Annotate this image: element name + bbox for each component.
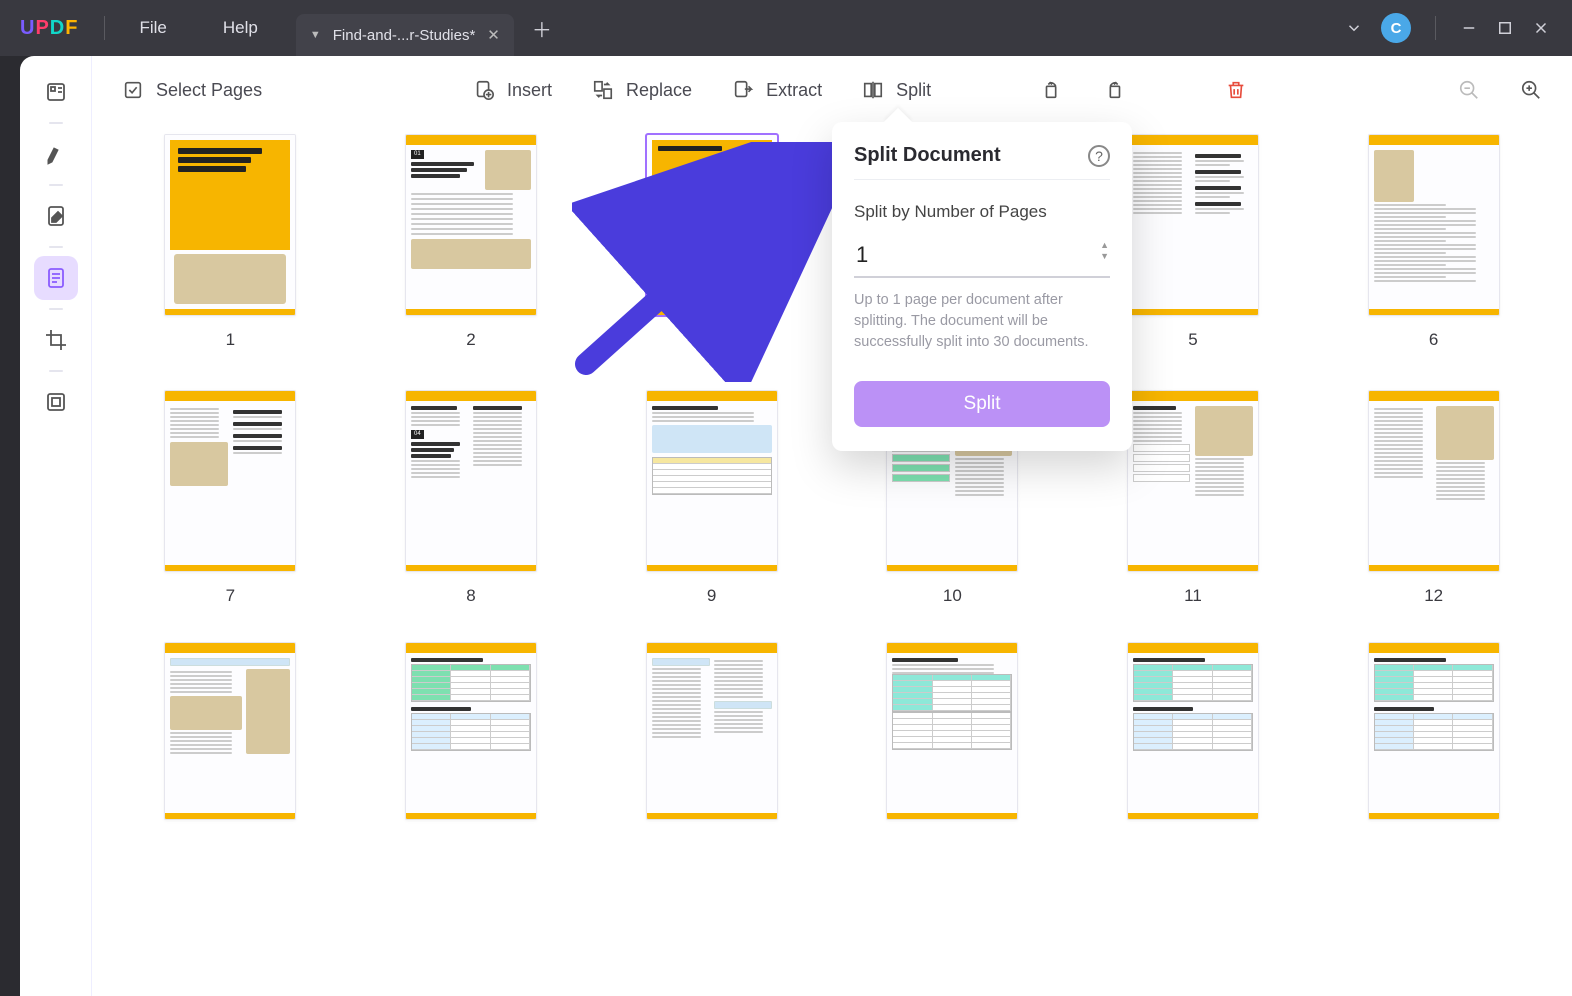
zoom-in-button[interactable] (1520, 79, 1542, 101)
divider (1435, 16, 1436, 40)
page-thumbnail[interactable] (164, 642, 296, 820)
delete-button[interactable] (1225, 79, 1247, 101)
select-pages-button[interactable]: Select Pages (122, 79, 262, 101)
page-thumbnail[interactable] (1368, 390, 1500, 572)
user-avatar[interactable]: C (1381, 13, 1411, 43)
split-label: Split (896, 80, 931, 101)
tab-label: Find-and-...r-Studies* (333, 27, 476, 44)
sidebar-pages-icon[interactable] (34, 256, 78, 300)
replace-button[interactable]: Replace (592, 79, 692, 101)
page-number: 3 (697, 330, 726, 354)
insert-label: Insert (507, 80, 552, 101)
page-number: 10 (943, 586, 962, 606)
sidebar-ocr-icon[interactable] (34, 380, 78, 424)
new-tab-button[interactable]: ＋ (532, 14, 552, 43)
document-tab[interactable]: ▼ Find-and-...r-Studies* ✕ (296, 14, 514, 56)
page-thumbnail[interactable]: 04 (405, 390, 537, 572)
split-button[interactable]: Split (862, 79, 931, 101)
page-thumbnail[interactable] (405, 642, 537, 820)
page-thumbnail[interactable] (164, 390, 296, 572)
popover-help-text: Up to 1 page per document after splittin… (854, 290, 1110, 353)
sidebar-highlight-icon[interactable] (34, 132, 78, 176)
page-number: 6 (1429, 330, 1438, 350)
pages-per-doc-input[interactable] (854, 236, 1110, 278)
page-number: 12 (1424, 586, 1443, 606)
page-thumbnail[interactable] (886, 642, 1018, 820)
insert-button[interactable]: Insert (473, 79, 552, 101)
zoom-out-button[interactable] (1458, 79, 1480, 101)
page-thumbnail[interactable] (1127, 134, 1259, 316)
titlebar: UPDF File Help ▼ Find-and-...r-Studies* … (0, 0, 1572, 56)
window-close[interactable] (1532, 19, 1550, 37)
app-logo: UPDF (20, 17, 78, 40)
page-number: 9 (707, 586, 716, 606)
replace-label: Replace (626, 80, 692, 101)
menu-help[interactable]: Help (195, 18, 286, 38)
split-popover: Split Document ? Split by Number of Page… (832, 122, 1132, 451)
page-thumbnail[interactable]: 01 (405, 134, 537, 316)
window-maximize[interactable] (1496, 19, 1514, 37)
page-thumbnail[interactable] (1368, 642, 1500, 820)
tab-dropdown-icon[interactable]: ▼ (310, 29, 321, 41)
page-number: 8 (466, 586, 475, 606)
chevron-down-icon[interactable] (1345, 19, 1363, 37)
page-thumbnail[interactable] (164, 134, 296, 316)
page-number: 5 (1188, 330, 1197, 350)
window-minimize[interactable] (1460, 19, 1478, 37)
rotate-left-button[interactable] (1041, 79, 1063, 101)
menu-file[interactable]: File (111, 18, 194, 38)
spinner-down-icon[interactable]: ▼ (1099, 251, 1110, 262)
page-number: 11 (1184, 586, 1202, 606)
page-thumbnail[interactable] (1127, 390, 1259, 572)
sidebar-edit-icon[interactable] (34, 194, 78, 238)
popover-title: Split Document (854, 144, 1001, 167)
select-pages-label: Select Pages (156, 80, 262, 101)
left-sidebar (20, 56, 92, 996)
divider (104, 16, 105, 40)
help-icon[interactable]: ? (1088, 145, 1110, 167)
workspace: Select Pages Insert Replace Extract Spli… (20, 56, 1572, 996)
tab-close-icon[interactable]: ✕ (487, 26, 500, 44)
page-thumbnail[interactable] (646, 390, 778, 572)
split-confirm-button[interactable]: Split (854, 381, 1110, 427)
rotate-right-button[interactable] (1103, 79, 1125, 101)
page-number: 2 (466, 330, 475, 350)
page-number: 1 (226, 330, 235, 350)
popover-label: Split by Number of Pages (854, 202, 1110, 222)
page-thumbnail[interactable] (646, 642, 778, 820)
sidebar-crop-icon[interactable] (34, 318, 78, 362)
sidebar-thumbnails-icon[interactable] (34, 70, 78, 114)
extract-button[interactable]: Extract (732, 79, 822, 101)
page-thumbnail[interactable] (1368, 134, 1500, 316)
page-toolbar: Select Pages Insert Replace Extract Spli… (92, 56, 1572, 124)
page-number: 7 (226, 586, 235, 606)
page-thumbnail[interactable] (1127, 642, 1259, 820)
spinner-up-icon[interactable]: ▲ (1099, 240, 1110, 251)
extract-label: Extract (766, 80, 822, 101)
page-thumbnail[interactable] (646, 134, 778, 316)
